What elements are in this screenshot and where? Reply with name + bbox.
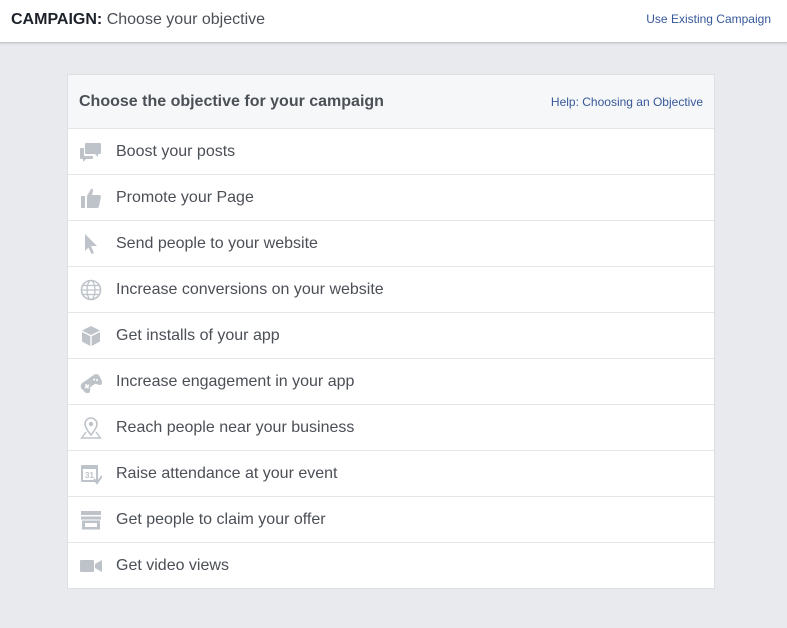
cursor-arrow-icon [80, 233, 102, 255]
objective-event-responses[interactable]: 31 Raise attendance at your event [68, 451, 714, 497]
objective-boost-posts[interactable]: Boost your posts [68, 129, 714, 175]
globe-icon [80, 279, 102, 301]
objective-label: Get people to claim your offer [116, 511, 326, 528]
objective-website-conversions[interactable]: Increase conversions on your website [68, 267, 714, 313]
panel-heading: Choose the objective for your campaign [79, 93, 384, 110]
video-camera-icon [80, 555, 102, 577]
speech-bubbles-icon [80, 141, 102, 163]
objective-label: Increase engagement in your app [116, 373, 355, 390]
objective-label: Promote your Page [116, 189, 254, 206]
calendar-icon: 31 [80, 463, 102, 485]
objective-label: Get video views [116, 557, 229, 574]
svg-text:31: 31 [85, 471, 94, 480]
objective-label: Get installs of your app [116, 327, 280, 344]
objective-promote-page[interactable]: Promote your Page [68, 175, 714, 221]
objective-label: Reach people near your business [116, 419, 355, 436]
objective-panel: Choose the objective for your campaign H… [67, 74, 715, 589]
game-controller-icon [80, 371, 102, 393]
objective-label: Boost your posts [116, 143, 236, 160]
thumbs-up-icon [80, 187, 102, 209]
objective-label: Send people to your website [116, 235, 318, 252]
objective-app-engagement[interactable]: Increase engagement in your app [68, 359, 714, 405]
objective-local-awareness[interactable]: Reach people near your business [68, 405, 714, 451]
map-pin-icon [80, 417, 102, 439]
objective-label: Raise attendance at your event [116, 465, 338, 482]
campaign-subtitle: Choose your objective [106, 11, 266, 28]
use-existing-campaign-link[interactable]: Use Existing Campaign [646, 12, 771, 26]
panel-header: Choose the objective for your campaign H… [68, 75, 714, 129]
objective-offer-claims[interactable]: Get people to claim your offer [68, 497, 714, 543]
objective-label: Increase conversions on your website [116, 281, 384, 298]
help-choosing-objective-link[interactable]: Help: Choosing an Objective [551, 95, 703, 109]
campaign-label: CAMPAIGN: [11, 11, 103, 28]
objective-app-installs[interactable]: Get installs of your app [68, 313, 714, 359]
top-bar: CAMPAIGN: Choose your objective Use Exis… [0, 0, 787, 43]
objective-video-views[interactable]: Get video views [68, 543, 714, 588]
page-title: CAMPAIGN: Choose your objective [11, 11, 265, 29]
objective-website-clicks[interactable]: Send people to your website [68, 221, 714, 267]
box-icon [80, 325, 102, 347]
storefront-icon [80, 509, 102, 531]
